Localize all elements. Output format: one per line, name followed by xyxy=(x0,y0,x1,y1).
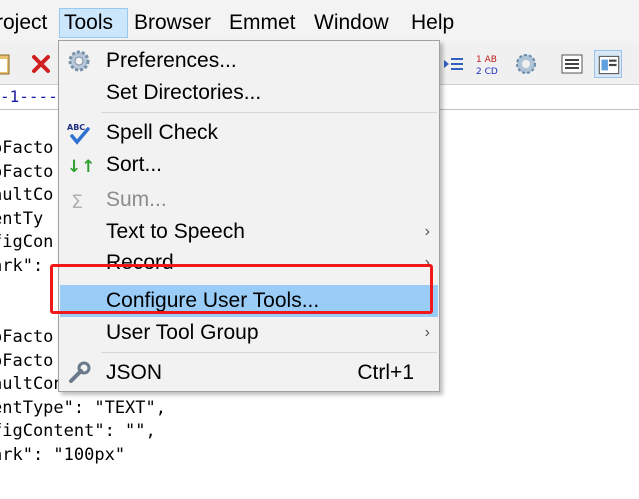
sort-toolbar-bottom-text: 2 CD xyxy=(476,67,498,77)
menu-item-spell-check[interactable]: ABC Spell Check xyxy=(60,117,438,149)
code-line: oFacto xyxy=(0,162,54,182)
menu-item-shortcut: Ctrl+1 xyxy=(357,361,414,384)
tools-menu: Preferences... Set Directories... ABC Sp… xyxy=(58,40,440,392)
code-line: entType": "TEXT", xyxy=(0,398,166,418)
menu-separator xyxy=(101,112,437,113)
code-line: figCon xyxy=(0,232,54,252)
code-line: entTy xyxy=(0,209,44,229)
code-line: oFacto xyxy=(0,138,54,158)
sum-icon-text: Σ xyxy=(71,191,83,212)
menu-item-set-directories[interactable]: Set Directories... xyxy=(60,77,438,109)
sum-icon: Σ xyxy=(66,188,92,213)
menu-item-label: Sum... xyxy=(106,188,167,211)
menu-help[interactable]: Help xyxy=(407,8,458,38)
sort-toolbar-top-text: 1 AB xyxy=(476,55,497,65)
sort-icon: ↓↑ xyxy=(66,153,96,177)
list-view-icon[interactable] xyxy=(558,50,586,78)
menu-project[interactable]: roject xyxy=(0,8,51,38)
code-line: figContent": "", xyxy=(0,421,156,441)
menu-item-json[interactable]: JSON Ctrl+1 xyxy=(60,357,438,389)
menu-separator xyxy=(101,352,437,353)
menu-item-label: JSON xyxy=(106,361,163,384)
menu-item-text-to-speech[interactable]: Text to Speech › xyxy=(60,216,438,248)
highlight-annotation xyxy=(50,264,433,314)
menu-item-preferences[interactable]: Preferences... xyxy=(60,45,438,77)
code-line: ark": "100px" xyxy=(0,445,126,465)
menu-tools[interactable]: Tools xyxy=(59,8,128,38)
sort-icon-text: ↓↑ xyxy=(67,157,92,177)
code-line: oFacto xyxy=(0,327,54,347)
delete-icon[interactable] xyxy=(28,50,56,78)
menu-item-user-tool-group[interactable]: User Tool Group › xyxy=(60,317,438,349)
menu-item-label: Preferences... xyxy=(106,49,237,72)
chevron-right-icon: › xyxy=(424,324,430,341)
menu-item-label: Set Directories... xyxy=(106,81,262,104)
menu-item-label: Spell Check xyxy=(106,121,219,144)
code-line: oFacto xyxy=(0,351,54,371)
wrench-icon xyxy=(66,361,92,385)
clipboard-icon[interactable] xyxy=(0,50,20,78)
indent-icon[interactable] xyxy=(440,50,468,78)
menu-window[interactable]: Window xyxy=(310,8,393,38)
menu-bar: roject Tools Browser Emmet Window Help xyxy=(0,0,639,45)
code-line: aultCo xyxy=(0,185,54,205)
chevron-right-icon: › xyxy=(424,223,430,240)
menu-item-label: Sort... xyxy=(106,153,163,176)
spell-check-icon-text: ABC xyxy=(67,123,85,132)
gear-icon xyxy=(66,49,92,73)
menu-item-sum[interactable]: Σ Sum... xyxy=(60,184,438,216)
menu-item-label: User Tool Group xyxy=(106,321,259,344)
spell-check-icon: ABC xyxy=(66,121,92,145)
menu-emmet[interactable]: Emmet xyxy=(225,8,300,38)
panel-view-icon[interactable] xyxy=(594,50,622,78)
gear-icon[interactable] xyxy=(512,50,540,78)
menu-item-sort[interactable]: ↓↑ Sort... xyxy=(60,149,438,181)
menu-browser[interactable]: Browser xyxy=(130,8,215,38)
code-line: ark": xyxy=(0,256,44,276)
sort-toolbar-icon[interactable]: 1 AB 2 CD xyxy=(474,50,502,78)
menu-item-label: Text to Speech xyxy=(106,220,245,243)
